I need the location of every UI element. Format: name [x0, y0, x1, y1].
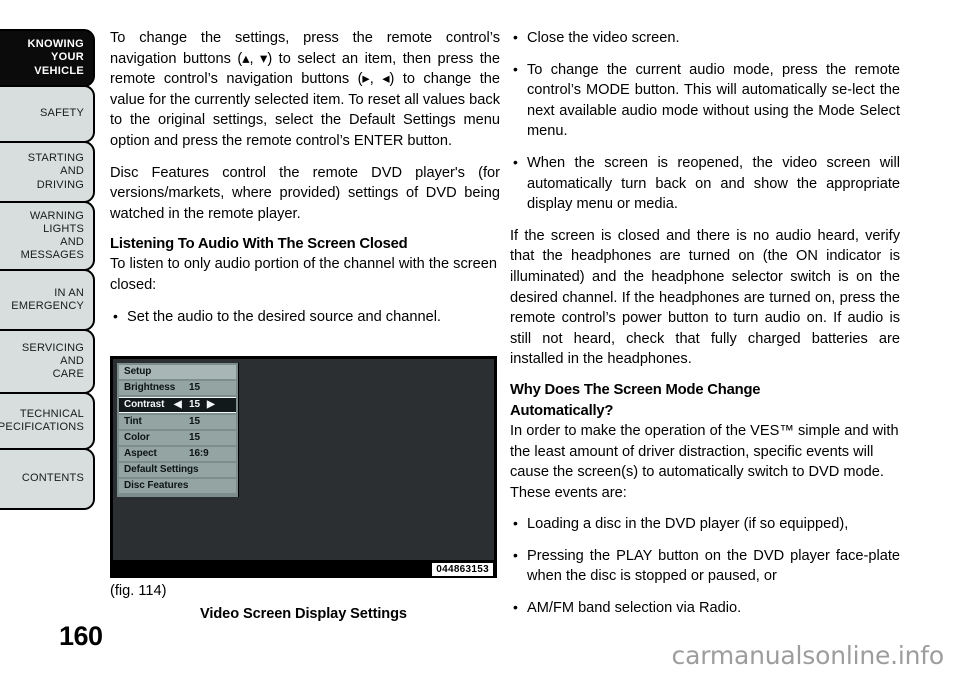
sidebar-item-label-line: CARE [52, 368, 84, 381]
list-item: AM/FM band selection via Radio. [510, 597, 900, 619]
osd-row-value: 15 [189, 382, 200, 393]
list-item: Set the audio to the desired source and … [110, 306, 500, 328]
sidebar-item-servicing-and-care[interactable]: SERVICING AND CARE [0, 329, 95, 394]
figure-label: (fig. 114) [110, 583, 167, 599]
sidebar-item-label-line: SERVICING [21, 341, 84, 354]
osd-row-value: 15 [189, 432, 200, 443]
osd-row-value: 16:9 [189, 448, 209, 459]
figure-video-screen-display-settings: Setup Brightness 15 Contrast ◀ 15 ▶ Tint… [110, 356, 497, 578]
bullet-list-right-top: Close the video screen. To change the cu… [510, 27, 900, 215]
section-tabs-sidebar: KNOWING YOUR VEHICLE SAFETY STARTING AND… [0, 29, 95, 510]
sidebar-item-label-line: CONTENTS [21, 472, 84, 485]
sidebar-item-label-line: LIGHTS [43, 222, 84, 235]
list-item: To change the current audio mode, press … [510, 59, 900, 142]
sidebar-item-label-line: MESSAGES [20, 249, 84, 262]
sidebar-item-label-line: AND [60, 354, 84, 367]
subheading-why-screen-mode-change-line2: Automatically? [510, 402, 614, 419]
sidebar-item-label-line: YOUR [51, 51, 84, 64]
sidebar-item-label-line: AND [60, 165, 84, 178]
right-text-column: Close the video screen. To change the cu… [510, 27, 900, 630]
sidebar-item-label-line: SPECIFICATIONS [0, 421, 84, 433]
osd-title-label: Setup [124, 366, 152, 377]
osd-row-aspect[interactable]: Aspect 16:9 [119, 447, 236, 461]
bullet-list-left: Set the audio to the desired source and … [110, 306, 500, 328]
page-number: 160 [59, 621, 103, 651]
figure-code: 044863153 [432, 563, 493, 576]
osd-row-label: Tint [124, 416, 142, 427]
osd-menu-title: Setup [119, 365, 236, 379]
osd-row-label: Color [124, 432, 150, 443]
osd-row-label: Default Settings [124, 464, 199, 475]
chevron-left-icon[interactable]: ◀ [174, 398, 182, 411]
osd-row-tint[interactable]: Tint 15 [119, 415, 236, 429]
bullet-list-right-bottom: Loading a disc in the DVD player (if so … [510, 513, 900, 619]
video-screen-area: Setup Brightness 15 Contrast ◀ 15 ▶ Tint… [113, 359, 494, 560]
osd-row-label: Contrast [124, 399, 165, 410]
sidebar-item-label-line: STARTING [27, 152, 84, 165]
figure-caption: Video Screen Display Settings [200, 606, 407, 622]
osd-row-label: Disc Features [124, 480, 189, 491]
subheading-why-screen-mode-change-line1: Why Does The Screen Mode Change [510, 381, 761, 398]
paragraph-no-audio-heard: If the screen is closed and there is no … [510, 227, 900, 368]
sidebar-item-label-line: WARNING [29, 209, 84, 222]
sidebar-item-technical-specifications[interactable]: TECHNICAL SPECIFICATIONS [0, 392, 95, 450]
osd-row-contrast[interactable]: Contrast ◀ 15 ▶ [119, 397, 236, 413]
sidebar-item-warning-lights-and-messages[interactable]: WARNING LIGHTS AND MESSAGES [0, 201, 95, 271]
osd-row-disc-features[interactable]: Disc Features [119, 479, 236, 493]
sidebar-item-safety[interactable]: SAFETY [0, 85, 95, 143]
left-text-column: To change the settings, press the remote… [110, 28, 500, 338]
subheading-listening-to-audio: Listening To Audio With The Screen Close… [110, 236, 408, 253]
sidebar-item-starting-and-driving[interactable]: STARTING AND DRIVING [0, 141, 95, 203]
sidebar-item-label-line: KNOWING [27, 38, 84, 51]
chevron-right-icon[interactable]: ▶ [207, 398, 215, 411]
sidebar-item-label-line: VEHICLE [34, 64, 84, 77]
osd-row-label: Aspect [124, 448, 157, 459]
list-item: Loading a disc in the DVD player (if so … [510, 513, 900, 535]
paragraph-ves-operation: In order to make the operation of the VE… [510, 422, 899, 501]
osd-row-value: 15 [189, 416, 200, 427]
osd-row-default-settings[interactable]: Default Settings [119, 463, 236, 477]
sidebar-item-label-line: SAFETY [40, 107, 84, 120]
sidebar-item-label-line: IN AN [54, 286, 84, 299]
sidebar-item-label-line: DRIVING [36, 178, 84, 191]
osd-row-label: Brightness [124, 382, 176, 393]
osd-row-value: 15 [189, 399, 200, 410]
list-item: Close the video screen. [510, 27, 900, 49]
paragraph-listen-audio-only: To listen to only audio portion of the c… [110, 256, 497, 293]
sidebar-item-in-an-emergency[interactable]: IN AN EMERGENCY [0, 269, 95, 331]
paragraph-disc-features: Disc Features control the remote DVD pla… [110, 164, 500, 222]
osd-row-brightness[interactable]: Brightness 15 [119, 381, 236, 395]
sidebar-item-label-line: EMERGENCY [11, 300, 84, 312]
sidebar-item-contents[interactable]: CONTENTS [0, 448, 95, 510]
list-item: When the screen is reopened, the video s… [510, 152, 900, 215]
site-watermark: carmanualsonline.info [671, 641, 945, 670]
osd-setup-menu: Setup Brightness 15 Contrast ◀ 15 ▶ Tint… [117, 363, 239, 497]
sidebar-item-knowing-your-vehicle[interactable]: KNOWING YOUR VEHICLE [0, 29, 95, 87]
paragraph-change-settings: To change the settings, press the remote… [110, 30, 500, 149]
osd-row-color[interactable]: Color 15 [119, 431, 236, 445]
list-item: Pressing the PLAY button on the DVD play… [510, 545, 900, 587]
sidebar-item-label-line: AND [60, 236, 84, 248]
sidebar-item-label-line: TECHNICAL [19, 407, 84, 420]
